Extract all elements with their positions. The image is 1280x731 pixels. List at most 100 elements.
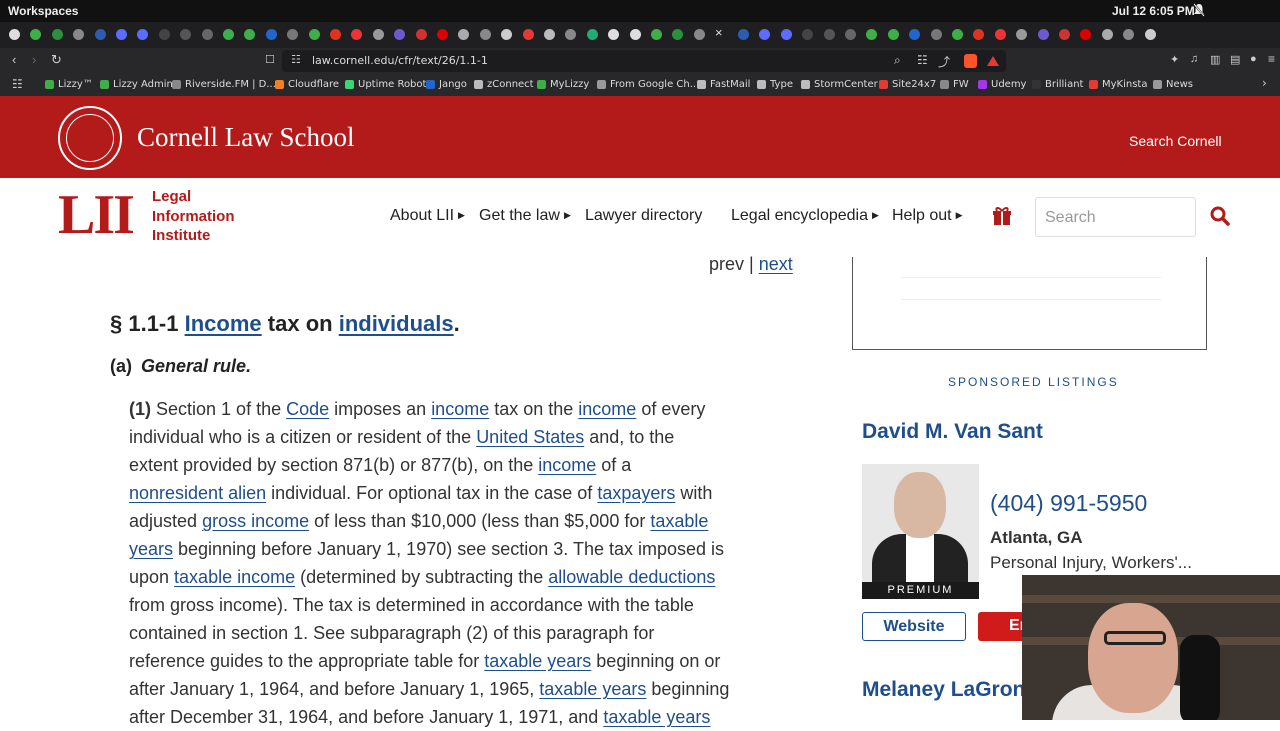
workspaces-label[interactable]: Workspaces — [8, 4, 78, 18]
bookmark-item[interactable]: Brilliant — [1032, 79, 1083, 90]
bookmark-item[interactable]: Lizzy Admin — [100, 79, 173, 90]
bookmark-item[interactable]: Jango — [426, 79, 467, 90]
site-info-icon[interactable]: ☷ — [291, 53, 301, 66]
definition-link[interactable]: nonresident alien — [129, 483, 266, 503]
browser-tab[interactable] — [479, 29, 491, 40]
zoom-icon[interactable]: ⌕ — [894, 53, 901, 68]
bookmark-icon[interactable]: ☐ — [265, 53, 275, 66]
system-clock[interactable]: Jul 12 6:05 PM — [1112, 4, 1195, 18]
browser-tab[interactable] — [565, 29, 577, 40]
definition-link[interactable]: income — [538, 455, 596, 475]
browser-tab[interactable] — [586, 29, 598, 40]
browser-tab[interactable] — [30, 29, 42, 40]
browser-tab[interactable] — [308, 29, 320, 40]
browser-tab[interactable] — [351, 29, 363, 40]
browser-tab[interactable] — [952, 29, 963, 40]
bookmark-item[interactable]: FastMail — [697, 79, 750, 90]
menu-icon[interactable]: ≡ — [1268, 52, 1275, 66]
back-icon[interactable]: ‹ — [12, 52, 16, 67]
bookmark-item[interactable]: Uptime Robot — [345, 79, 426, 90]
browser-tab[interactable] — [802, 29, 814, 40]
lii-logo[interactable]: LII Legal Information Institute — [58, 187, 235, 244]
definition-link[interactable]: taxable — [650, 511, 708, 531]
bookmark-item[interactable]: StormCenter — [801, 79, 878, 90]
browser-tab[interactable] — [415, 29, 427, 40]
definition-link[interactable]: taxable years — [484, 651, 591, 671]
title-link-individuals[interactable]: individuals — [339, 311, 454, 336]
browser-tab[interactable] — [1123, 29, 1135, 40]
browser-tab[interactable] — [223, 29, 234, 40]
more-bookmarks-icon[interactable]: › — [1262, 76, 1267, 90]
bookmark-item[interactable]: Cloudflare — [275, 79, 339, 90]
definition-link[interactable]: income — [578, 399, 636, 419]
bookmark-item[interactable]: From Google Ch... — [597, 79, 699, 90]
browser-tab[interactable] — [909, 29, 921, 40]
browser-tab[interactable] — [629, 29, 641, 40]
browser-tab[interactable] — [201, 29, 213, 40]
notifications-muted-icon[interactable] — [1193, 3, 1205, 17]
definition-link[interactable]: gross income — [202, 511, 309, 531]
browser-tab[interactable] — [693, 29, 705, 40]
browser-tab[interactable] — [287, 29, 299, 40]
browser-tab[interactable] — [522, 29, 534, 40]
browser-tab[interactable] — [845, 29, 856, 40]
lawyer-name-link[interactable]: David M. Van Sant — [862, 420, 1043, 444]
lawyer-name-link-2[interactable]: Melaney LaGrone — [862, 678, 1037, 702]
extensions-icon[interactable]: ✦ — [1170, 53, 1179, 66]
browser-tab[interactable] — [244, 29, 256, 40]
browser-tab[interactable] — [1016, 29, 1028, 40]
nav-help-out[interactable]: Help out ▶ — [892, 207, 963, 225]
browser-tab[interactable] — [51, 29, 63, 40]
bookmark-item[interactable]: Riverside.FM | D... — [172, 79, 276, 90]
lawyer-photo[interactable]: PREMIUM — [862, 464, 979, 599]
browser-tab[interactable] — [994, 29, 1006, 40]
bookmark-item[interactable]: Type — [757, 79, 793, 90]
browser-tab[interactable] — [94, 29, 106, 40]
browser-tab[interactable] — [137, 29, 149, 40]
forward-icon[interactable]: › — [32, 52, 36, 67]
cornell-seal-logo[interactable] — [58, 106, 122, 170]
nav-lawyer-directory[interactable]: Lawyer directory — [585, 207, 702, 225]
sidebar-icon[interactable]: ▥ — [1210, 53, 1220, 66]
profile-icon[interactable]: ● — [1250, 53, 1257, 65]
definition-link[interactable]: taxable years — [539, 679, 646, 699]
browser-tab[interactable] — [394, 29, 406, 40]
address-bar[interactable]: ☷ law.cornell.edu/cfr/text/26/1.1-1 ⌕ ☷ … — [282, 50, 1006, 72]
browser-tab[interactable] — [780, 29, 792, 40]
definition-link[interactable]: Code — [286, 399, 329, 419]
definition-link[interactable]: United States — [476, 427, 584, 447]
browser-tab[interactable] — [1037, 29, 1049, 40]
bookmark-item[interactable]: Udemy — [978, 79, 1026, 90]
definition-link[interactable]: allowable deductions — [548, 567, 715, 587]
browser-tab[interactable] — [9, 29, 20, 40]
brave-rewards-icon[interactable] — [987, 56, 999, 66]
browser-tab[interactable] — [501, 29, 513, 40]
gift-icon[interactable] — [992, 206, 1012, 226]
browser-tab[interactable] — [116, 29, 127, 40]
reader-icon[interactable]: ☷ — [917, 53, 928, 67]
browser-tab[interactable] — [73, 29, 85, 40]
bookmark-item[interactable]: FW — [940, 79, 969, 90]
school-name[interactable]: Cornell Law School — [137, 122, 354, 153]
browser-tab[interactable] — [265, 29, 277, 40]
browser-tab[interactable] — [1144, 29, 1156, 40]
close-tab-icon[interactable]: × — [715, 25, 723, 40]
definition-link[interactable]: taxable years — [603, 707, 710, 727]
browser-tab[interactable] — [180, 29, 192, 40]
search-cornell-link[interactable]: Search Cornell — [1129, 133, 1222, 149]
bookmark-item[interactable]: Lizzy™ — [45, 79, 93, 90]
nav-legal-encyclopedia[interactable]: Legal encyclopedia ▶ — [731, 207, 879, 225]
wallet-icon[interactable]: ▤ — [1230, 53, 1240, 66]
browser-tab[interactable] — [672, 29, 684, 40]
definition-link[interactable]: taxable income — [174, 567, 295, 587]
bookmark-item[interactable]: Site24x7 — [879, 79, 936, 90]
bookmark-item[interactable]: MyKinsta — [1089, 79, 1147, 90]
browser-tab[interactable] — [372, 29, 384, 40]
search-icon[interactable] — [1210, 206, 1230, 226]
brave-shields-icon[interactable] — [964, 54, 977, 68]
share-icon[interactable]: ⤴ — [938, 53, 950, 70]
bookmark-item[interactable]: News — [1153, 79, 1193, 90]
browser-tab[interactable] — [759, 29, 771, 40]
website-button[interactable]: Website — [862, 612, 966, 641]
definition-link[interactable]: years — [129, 539, 173, 559]
